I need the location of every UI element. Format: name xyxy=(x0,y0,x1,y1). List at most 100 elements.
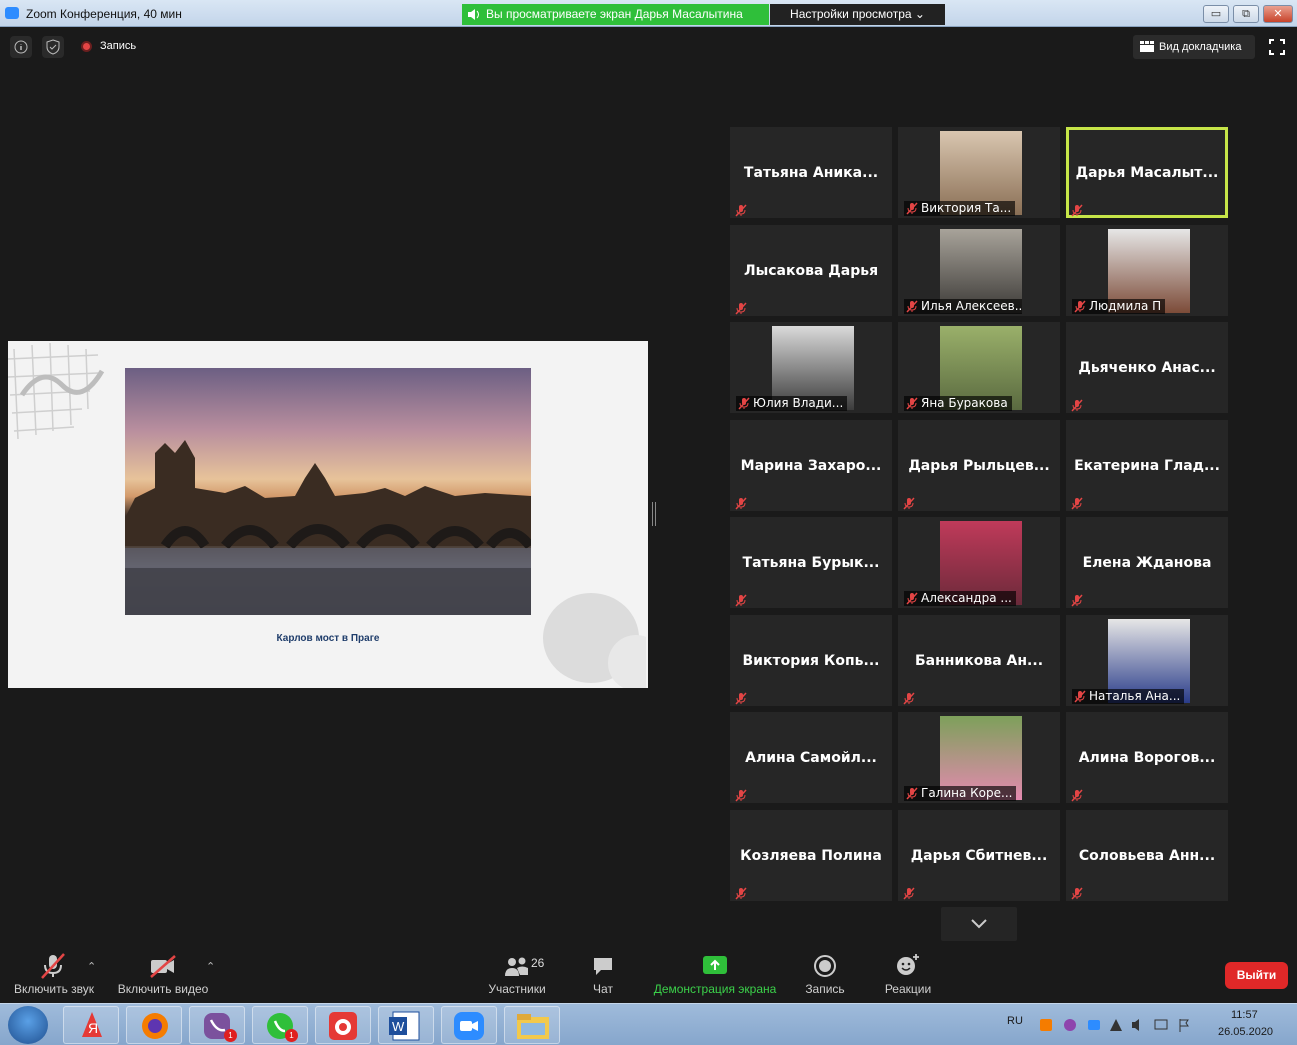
participant-name-text: Виктория Та... xyxy=(921,201,1012,215)
participants-count: 26 xyxy=(531,956,545,970)
participant-name: Алина Самойл... xyxy=(745,749,877,766)
reactions-icon xyxy=(897,954,919,975)
screen-share-banner: Вы просматриваете экран Дарья Масалытина xyxy=(462,4,769,25)
participant-name: Банникова Ан... xyxy=(914,652,1044,669)
participant-tile[interactable]: Татьяна Бурык... xyxy=(730,517,892,608)
microphone-muted-icon xyxy=(906,397,918,410)
reactions-button[interactable]: Реакции xyxy=(880,952,936,996)
participant-name: Дарья Масалыт... xyxy=(1075,164,1219,181)
participant-tile[interactable]: Дарья Сбитнев... xyxy=(898,810,1060,901)
participant-tile[interactable]: Наталья Ана... xyxy=(1066,615,1228,706)
whatsapp-badge: 1 xyxy=(285,1029,298,1042)
clock-date[interactable]: 26.05.2020 xyxy=(1218,1026,1273,1038)
recording-indicator-icon xyxy=(81,41,92,52)
language-indicator[interactable]: RU xyxy=(1007,1015,1023,1027)
windows-taskbar: Я 1 1 W RU 11:57 26.05.2020 xyxy=(0,1003,1297,1045)
file-explorer-icon[interactable] xyxy=(504,1006,560,1044)
viber-badge: 1 xyxy=(224,1029,237,1042)
audio-options-caret-icon[interactable]: ⌃ xyxy=(87,960,96,973)
participant-tile[interactable]: Юлия Влади... xyxy=(730,322,892,413)
microphone-muted-icon xyxy=(1074,690,1086,703)
participant-tile[interactable]: Александра ... xyxy=(898,517,1060,608)
participants-button[interactable]: 26 Участники xyxy=(485,952,549,996)
camera-app-icon[interactable] xyxy=(315,1006,371,1044)
chat-button[interactable]: Чат xyxy=(583,952,623,996)
unmute-button[interactable]: Включить звук xyxy=(8,952,100,996)
participant-name: Дьяченко Анас... xyxy=(1078,359,1216,376)
share-screen-button[interactable]: Демонстрация экрана xyxy=(650,952,780,996)
windows-start-icon[interactable] xyxy=(8,1006,48,1044)
participant-tile[interactable]: Елена Жданова xyxy=(1066,517,1228,608)
microphone-muted-icon xyxy=(735,690,747,705)
participant-tile[interactable]: Дьяченко Анас... xyxy=(1066,322,1228,413)
word-icon[interactable]: W xyxy=(378,1006,434,1044)
microphone-muted-icon xyxy=(735,787,747,802)
microphone-muted-icon xyxy=(735,495,747,510)
start-video-button[interactable]: Включить видео xyxy=(113,952,213,996)
participant-tile[interactable]: Банникова Ан... xyxy=(898,615,1060,706)
participant-tile[interactable]: Татьяна Аника... xyxy=(730,127,892,218)
restore-button[interactable]: ⧉ xyxy=(1233,5,1259,23)
record-button[interactable]: Запись xyxy=(800,952,850,996)
leave-meeting-button[interactable]: Выйти xyxy=(1225,962,1288,989)
participant-tile[interactable]: Дарья Масалыт... xyxy=(1066,127,1228,218)
participant-tile[interactable]: Виктория Копь... xyxy=(730,615,892,706)
participant-tile[interactable]: Виктория Та... xyxy=(898,127,1060,218)
participant-name: Дарья Сбитнев... xyxy=(910,847,1048,864)
microphone-muted-icon xyxy=(738,397,750,410)
whatsapp-icon[interactable]: 1 xyxy=(252,1006,308,1044)
microphone-muted-icon xyxy=(906,592,918,605)
zoom-app-icon xyxy=(5,7,19,19)
participant-tile[interactable]: Соловьева Анн... xyxy=(1066,810,1228,901)
participant-tile[interactable]: Марина Захаро... xyxy=(730,420,892,511)
participant-tile[interactable]: Лысакова Дарья xyxy=(730,225,892,316)
participant-name: Илья Алексеев... xyxy=(904,299,1022,314)
participants-label: Участники xyxy=(488,982,546,996)
video-options-caret-icon[interactable]: ⌃ xyxy=(206,960,215,973)
participant-tile[interactable]: Алина Ворогов... xyxy=(1066,712,1228,803)
firefox-icon[interactable] xyxy=(126,1006,182,1044)
speaker-view-button[interactable]: Вид докладчика xyxy=(1133,35,1255,59)
participant-tile[interactable]: Галина Коре... xyxy=(898,712,1060,803)
participant-name: Людмила П xyxy=(1072,299,1166,314)
yandex-browser-icon[interactable]: Я xyxy=(63,1006,119,1044)
participant-name: Марина Захаро... xyxy=(740,457,882,474)
viber-icon[interactable]: 1 xyxy=(189,1006,245,1044)
participant-name-text: Яна Буракова xyxy=(921,396,1008,410)
share-screen-label: Демонстрация экрана xyxy=(653,982,777,996)
participant-name: Дарья Рыльцев... xyxy=(908,457,1050,474)
microphone-muted-icon xyxy=(735,592,747,607)
info-icon[interactable] xyxy=(10,36,32,58)
close-button[interactable]: ✕ xyxy=(1263,5,1293,23)
next-page-button[interactable] xyxy=(941,907,1017,941)
recording-label: Запись xyxy=(100,40,137,52)
participant-name: Юлия Влади... xyxy=(736,396,848,411)
participant-tile[interactable]: Яна Буракова xyxy=(898,322,1060,413)
view-settings-dropdown[interactable]: Настройки просмотра ⌄ xyxy=(770,4,945,25)
slide-caption: Карлов мост в Праге xyxy=(276,633,380,644)
microphone-muted-icon xyxy=(1071,787,1083,802)
participant-name: Алина Ворогов... xyxy=(1078,749,1216,766)
participant-tile[interactable]: Алина Самойл... xyxy=(730,712,892,803)
participant-tile[interactable]: Екатерина Глад... xyxy=(1066,420,1228,511)
record-icon xyxy=(814,955,836,977)
panel-resize-handle[interactable] xyxy=(652,502,656,526)
participant-name: Татьяна Бурык... xyxy=(742,554,880,571)
participant-tile[interactable]: Людмила П xyxy=(1066,225,1228,316)
participant-tile[interactable]: Козляева Полина xyxy=(730,810,892,901)
zoom-taskbar-icon[interactable] xyxy=(441,1006,497,1044)
title-bar: Zoom Конференция, 40 мин Вы просматривае… xyxy=(0,0,1297,27)
participant-tile[interactable]: Дарья Рыльцев... xyxy=(898,420,1060,511)
share-banner-text: Вы просматриваете экран Дарья Масалытина xyxy=(486,7,743,21)
participant-name: Галина Коре... xyxy=(904,786,1017,801)
microphone-muted-icon xyxy=(906,202,918,215)
participant-tile[interactable]: Илья Алексеев... xyxy=(898,225,1060,316)
start-video-label: Включить видео xyxy=(117,982,209,996)
system-tray-icons[interactable] xyxy=(1040,1017,1190,1033)
minimize-button[interactable]: ▭ xyxy=(1203,5,1229,23)
shield-icon[interactable] xyxy=(42,36,64,58)
fullscreen-icon[interactable] xyxy=(1269,39,1285,55)
clock-time[interactable]: 11:57 xyxy=(1231,1009,1258,1021)
participant-name: Виктория Та... xyxy=(904,201,1016,216)
participant-name: Соловьева Анн... xyxy=(1078,847,1216,864)
